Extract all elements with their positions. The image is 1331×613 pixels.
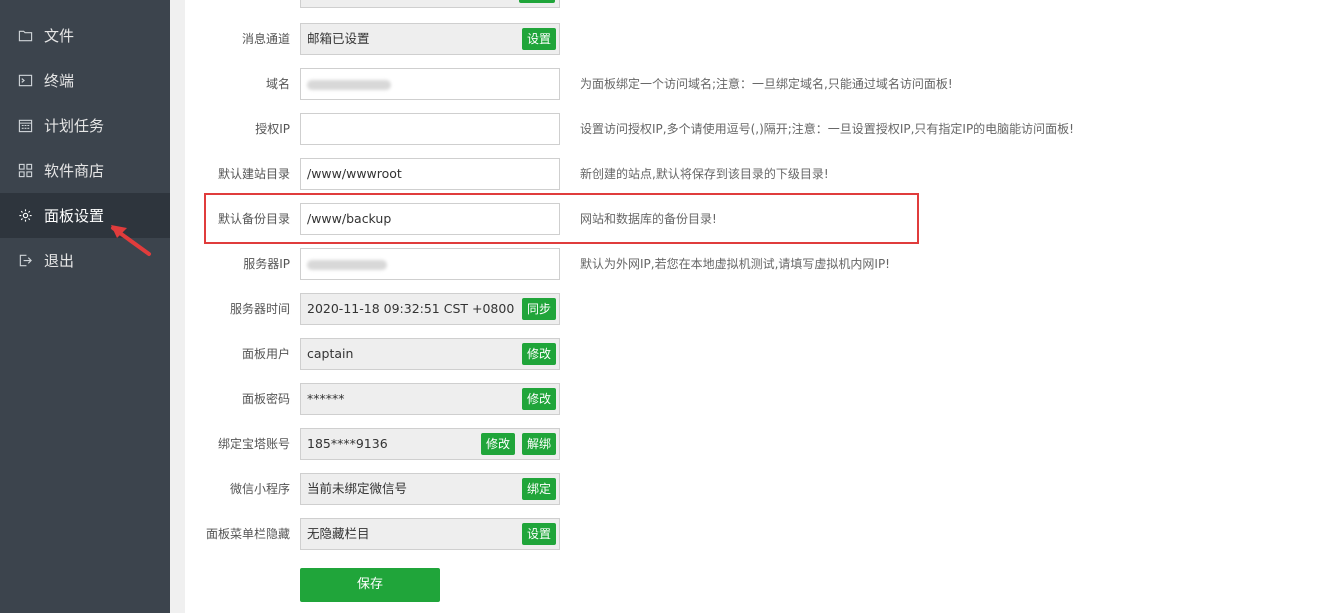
default-backup-dir-input[interactable]: /www/backup bbox=[300, 203, 560, 235]
previous-field bbox=[300, 0, 560, 8]
field-label: 面板菜单栏隐藏 bbox=[205, 527, 290, 541]
menu-hide-field: 无隐藏栏目 设置 bbox=[300, 518, 560, 550]
field-hint: 为面板绑定一个访问域名;注意：一旦绑定域名,只能通过域名访问面板! bbox=[580, 77, 953, 91]
row-server-time: 服务器时间 2020-11-18 09:32:51 CST +0800 同步 bbox=[185, 293, 1331, 325]
field-value: 无隐藏栏目 bbox=[307, 526, 370, 541]
unbind-account-button[interactable]: 解绑 bbox=[521, 433, 556, 455]
sidebar-item-terminal[interactable]: 终端 bbox=[0, 58, 170, 103]
sidebar-item-label: 计划任务 bbox=[44, 117, 105, 135]
message-channel-field: 邮箱已设置 设置 bbox=[300, 23, 560, 55]
calendar-icon bbox=[17, 118, 33, 134]
redacted-value bbox=[307, 249, 387, 279]
field-label: 默认备份目录 bbox=[217, 212, 290, 226]
authorized-ip-input[interactable] bbox=[300, 113, 560, 145]
sidebar-item-label: 面板设置 bbox=[44, 207, 105, 225]
sync-time-button[interactable]: 同步 bbox=[521, 298, 556, 320]
panel-password-field: ****** 修改 bbox=[300, 383, 560, 415]
field-label: 服务器时间 bbox=[229, 302, 290, 316]
previous-field-button[interactable] bbox=[519, 0, 555, 3]
field-value: ****** bbox=[307, 391, 345, 406]
server-time-field: 2020-11-18 09:32:51 CST +0800 同步 bbox=[300, 293, 560, 325]
sidebar: 文件 终端 计划任务 软件商店 面板设置 退出 bbox=[0, 0, 170, 613]
save-button[interactable]: 保存 bbox=[300, 568, 440, 602]
sidebar-item-store[interactable]: 软件商店 bbox=[0, 148, 170, 193]
menu-hide-setup-button[interactable]: 设置 bbox=[521, 523, 556, 545]
field-label: 授权IP bbox=[255, 122, 290, 136]
row-menu-hide: 面板菜单栏隐藏 无隐藏栏目 设置 bbox=[185, 518, 1331, 550]
folder-icon bbox=[17, 28, 33, 44]
wechat-miniapp-field: 当前未绑定微信号 绑定 bbox=[300, 473, 560, 505]
field-label: 消息通道 bbox=[241, 32, 290, 46]
redacted-value bbox=[307, 69, 391, 99]
server-ip-input[interactable] bbox=[300, 248, 560, 280]
domain-input[interactable] bbox=[300, 68, 560, 100]
field-label: 面板密码 bbox=[241, 392, 290, 406]
row-domain: 域名 为面板绑定一个访问域名;注意：一旦绑定域名,只能通过域名访问面板! bbox=[185, 68, 1331, 100]
panel-user-field: captain 修改 bbox=[300, 338, 560, 370]
sidebar-item-label: 终端 bbox=[44, 72, 75, 90]
row-default-site-dir: 默认建站目录 /www/wwwroot 新创建的站点,默认将保存到该目录的下级目… bbox=[185, 158, 1331, 190]
sidebar-item-label: 软件商店 bbox=[44, 162, 105, 180]
field-label: 面板用户 bbox=[241, 347, 290, 361]
sidebar-item-label: 退出 bbox=[44, 252, 75, 270]
field-value: 2020-11-18 09:32:51 CST +0800 bbox=[307, 301, 515, 316]
gear-icon bbox=[17, 208, 33, 224]
settings-panel: 消息通道 邮箱已设置 设置 域名 为面板绑定一个访问域名;注意：一旦绑定域名,只… bbox=[185, 0, 1331, 613]
field-label: 绑定宝塔账号 bbox=[217, 437, 290, 451]
sidebar-item-cron[interactable]: 计划任务 bbox=[0, 103, 170, 148]
row-default-backup-dir: 默认备份目录 /www/backup 网站和数据库的备份目录! bbox=[185, 203, 1331, 235]
field-label: 微信小程序 bbox=[229, 482, 290, 496]
message-channel-setup-button[interactable]: 设置 bbox=[521, 28, 556, 50]
row-message-channel: 消息通道 邮箱已设置 设置 bbox=[185, 23, 1331, 55]
terminal-icon bbox=[17, 73, 33, 89]
field-value: captain bbox=[307, 346, 354, 361]
field-hint: 新创建的站点,默认将保存到该目录的下级目录! bbox=[580, 167, 829, 181]
field-value: /www/wwwroot bbox=[307, 166, 402, 181]
default-site-dir-input[interactable]: /www/wwwroot bbox=[300, 158, 560, 190]
row-server-ip: 服务器IP 默认为外网IP,若您在本地虚拟机测试,请填写虚拟机内网IP! bbox=[185, 248, 1331, 280]
field-value: 185****9136 bbox=[307, 436, 388, 451]
field-label: 服务器IP bbox=[243, 257, 290, 271]
field-label: 域名 bbox=[265, 77, 290, 91]
annotation-arrow-icon bbox=[111, 225, 151, 256]
edit-user-button[interactable]: 修改 bbox=[521, 343, 556, 365]
row-bind-account: 绑定宝塔账号 185****9136 修改 解绑 bbox=[185, 428, 1331, 460]
field-hint: 网站和数据库的备份目录! bbox=[580, 212, 717, 226]
sidebar-item-files[interactable]: 文件 bbox=[0, 13, 170, 58]
logout-icon bbox=[17, 253, 33, 269]
row-panel-user: 面板用户 captain 修改 bbox=[185, 338, 1331, 370]
edit-account-button[interactable]: 修改 bbox=[480, 433, 515, 455]
row-authorized-ip: 授权IP 设置访问授权IP,多个请使用逗号(,)隔开;注意：一旦设置授权IP,只… bbox=[185, 113, 1331, 145]
bind-account-field: 185****9136 修改 解绑 bbox=[300, 428, 560, 460]
row-wechat-miniapp: 微信小程序 当前未绑定微信号 绑定 bbox=[185, 473, 1331, 505]
sidebar-item-label: 文件 bbox=[44, 27, 75, 45]
field-hint: 默认为外网IP,若您在本地虚拟机测试,请填写虚拟机内网IP! bbox=[580, 257, 890, 271]
field-hint: 设置访问授权IP,多个请使用逗号(,)隔开;注意：一旦设置授权IP,只有指定IP… bbox=[580, 122, 1074, 136]
row-panel-password: 面板密码 ****** 修改 bbox=[185, 383, 1331, 415]
field-value: 邮箱已设置 bbox=[307, 31, 370, 46]
field-value: /www/backup bbox=[307, 211, 392, 226]
field-value: 当前未绑定微信号 bbox=[307, 481, 408, 496]
edit-password-button[interactable]: 修改 bbox=[521, 388, 556, 410]
bind-wechat-button[interactable]: 绑定 bbox=[521, 478, 556, 500]
field-label: 默认建站目录 bbox=[217, 167, 290, 181]
grid-icon bbox=[17, 163, 33, 179]
